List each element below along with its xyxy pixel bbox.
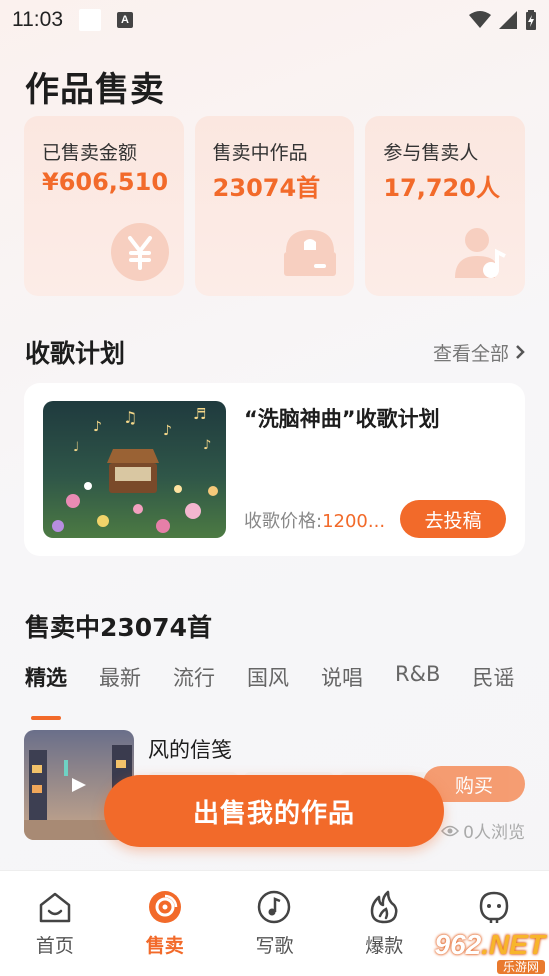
watermark-number: 962 <box>434 929 482 960</box>
plan-thumbnail: ♪ ♫ ♪ ♬ ♩ ♪ <box>43 401 226 538</box>
stat-label: 已售卖金额 <box>42 142 138 164</box>
battery-icon <box>526 10 536 30</box>
watermark-logo: 962.NET <box>435 930 546 960</box>
svg-text:♩: ♩ <box>73 440 79 455</box>
tab-rnb[interactable]: R&B <box>395 662 440 706</box>
nav-label: 首页 <box>35 935 74 957</box>
nav-label: 售卖 <box>145 935 184 957</box>
see-all-link[interactable]: 查看全部 <box>433 339 525 366</box>
status-time: 11:03 <box>12 8 63 31</box>
fire-icon <box>371 890 398 924</box>
person-music-icon <box>455 228 506 278</box>
stat-card-participants: 参与售卖人 17,720人 <box>365 116 526 296</box>
view-count: 0人浏览 <box>441 818 525 843</box>
collect-plan-card[interactable]: ♪ ♫ ♪ ♬ ♩ ♪ “洗脑神曲”收歌计划 收歌价格:1200... 去投稿 <box>24 383 525 556</box>
stat-card-selling-works: 售卖中作品 23074首 <box>194 116 355 296</box>
song-title: 风的信笺 <box>148 738 232 762</box>
plan-price: 收歌价格:1200... <box>244 507 404 533</box>
stat-cards: 已售卖金额 ¥606,510 售卖中作品 23074首 参与售卖人 17,720… <box>24 116 526 296</box>
section-title: 收歌计划 <box>25 339 126 368</box>
nav-item-write-song[interactable]: 写歌 <box>220 871 330 976</box>
eye-icon <box>441 825 460 836</box>
sell-icon <box>148 891 181 923</box>
a-notification-icon: A <box>117 12 133 28</box>
svg-text:♫: ♫ <box>123 408 137 427</box>
plan-price-label: 收歌价格: <box>244 511 323 532</box>
chevron-right-icon <box>516 345 525 359</box>
wifi-icon <box>469 11 491 28</box>
tab-featured[interactable]: 精选 <box>25 662 67 720</box>
nav-label: 写歌 <box>255 935 294 957</box>
plan-title: “洗脑神曲”收歌计划 <box>244 407 440 431</box>
stat-label: 售卖中作品 <box>212 142 308 164</box>
tab-rap[interactable]: 说唱 <box>321 662 363 706</box>
tab-folk[interactable]: 民谣 <box>472 662 514 706</box>
yen-icon <box>110 223 169 281</box>
music-box-icon <box>284 230 337 276</box>
nav-item-home[interactable]: 首页 <box>0 871 110 976</box>
view-count-text: 0人浏览 <box>463 823 525 843</box>
status-bar: 11:03 A <box>0 0 549 40</box>
stat-card-sold-amount: 已售卖金额 ¥606,510 <box>24 116 184 296</box>
svg-text:♬: ♬ <box>193 405 206 423</box>
see-all-label: 查看全部 <box>432 342 509 365</box>
tab-latest[interactable]: 最新 <box>99 662 141 706</box>
stat-label: 参与售卖人 <box>383 142 479 164</box>
write-song-icon <box>258 890 291 924</box>
signal-icon <box>499 11 517 29</box>
nav-label: 爆款 <box>365 935 404 957</box>
status-right-icons <box>469 10 537 30</box>
stat-value: 23074首 <box>212 174 321 202</box>
notification-icon <box>79 9 101 31</box>
page-title: 作品售卖 <box>25 70 165 110</box>
collect-section-header: 收歌计划 查看全部 <box>25 335 525 369</box>
music-box-illustration: ♪ ♫ ♪ ♬ ♩ ♪ <box>43 401 226 538</box>
home-icon <box>39 892 71 923</box>
svg-text:♪: ♪ <box>93 419 102 435</box>
stat-value: 17,720人 <box>383 174 500 202</box>
site-watermark: 962.NET 乐游网 <box>409 930 546 974</box>
submit-button[interactable]: 去投稿 <box>400 500 506 538</box>
stat-value: ¥606,510 <box>42 168 169 196</box>
svg-text:♪: ♪ <box>163 423 172 439</box>
watermark-sub: 乐游网 <box>496 960 545 974</box>
selling-section-title: 售卖中23074首 <box>25 613 212 642</box>
genre-tabs: 精选 最新 流行 国风 说唱 R&B 民谣 <box>25 662 549 720</box>
tab-guofeng[interactable]: 国风 <box>247 662 289 706</box>
profile-icon <box>479 891 509 923</box>
plan-price-value: 1200... <box>322 511 386 532</box>
nav-item-sell[interactable]: 售卖 <box>110 871 220 976</box>
watermark-suffix: .NET <box>481 929 545 960</box>
svg-text:♪: ♪ <box>203 438 211 453</box>
sell-my-works-button[interactable]: 出售我的作品 <box>104 775 444 847</box>
tab-pop[interactable]: 流行 <box>173 662 215 706</box>
